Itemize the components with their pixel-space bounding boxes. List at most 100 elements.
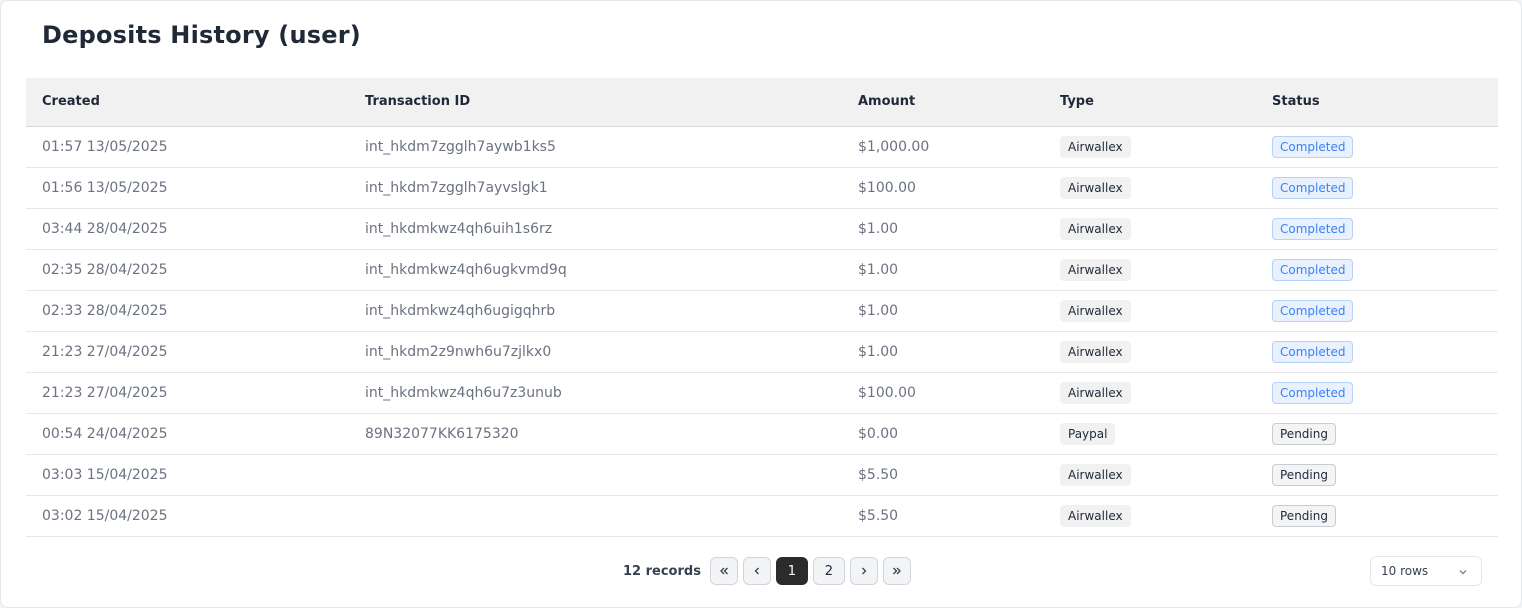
cell-status-badge: Completed: [1272, 340, 1354, 363]
cell-created: 02:35 28/04/2025: [42, 261, 168, 278]
page-button-2[interactable]: 2: [812, 557, 845, 585]
rows-per-page-select[interactable]: 10 rows: [1370, 556, 1482, 586]
table-header: Created Transaction ID Amount Type Statu…: [26, 78, 1498, 126]
cell-status-badge: Completed: [1272, 381, 1354, 404]
cell-amount: $1.00: [858, 302, 899, 319]
cell-transaction-id: int_hkdmkwz4qh6u7z3unub: [365, 384, 562, 401]
cell-status: Completed: [1256, 249, 1498, 290]
cell-status: Completed: [1256, 167, 1498, 208]
cell-type-badge: Airwallex: [1060, 299, 1131, 322]
cell-amount: $1.00: [858, 220, 899, 237]
cell-type-badge: Airwallex: [1060, 381, 1131, 404]
first-page-button[interactable]: [709, 557, 738, 585]
cell-status-badge: Completed: [1272, 217, 1354, 240]
cell-created: 02:33 28/04/2025: [42, 302, 168, 319]
next-page-button[interactable]: [849, 557, 878, 585]
cell-type: Airwallex: [1044, 208, 1256, 249]
table-row[interactable]: 00:54 24/04/2025 89N32077KK6175320 $0.00 Pa…: [26, 413, 1498, 454]
cell-created: 21:23 27/04/2025: [42, 343, 168, 360]
deposits-card: Deposits History (user) Created Transact…: [0, 0, 1522, 608]
cell-type-badge: Airwallex: [1060, 340, 1131, 363]
table-row[interactable]: 03:02 15/04/2025 $5.50 Airwallex Pending: [26, 495, 1498, 536]
cell-transaction-id: 89N32077KK6175320: [365, 425, 519, 442]
double-chevron-left-icon: [720, 567, 728, 575]
records-count: 12 records: [623, 563, 701, 579]
cell-type: Airwallex: [1044, 126, 1256, 167]
column-header-status[interactable]: Status: [1256, 78, 1498, 126]
table-row[interactable]: 01:57 13/05/2025 int_hkdm7zgglh7aywb1ks5 $…: [26, 126, 1498, 167]
cell-status: Completed: [1256, 126, 1498, 167]
cell-status: Completed: [1256, 372, 1498, 413]
cell-status: Pending: [1256, 495, 1498, 536]
cell-created: 01:56 13/05/2025: [42, 179, 168, 196]
table-row[interactable]: 03:44 28/04/2025 int_hkdmkwz4qh6uih1s6rz $…: [26, 208, 1498, 249]
cell-created: 21:23 27/04/2025: [42, 384, 168, 401]
page-button-1[interactable]: 1: [775, 557, 808, 585]
table-row[interactable]: 01:56 13/05/2025 int_hkdm7zgglh7ayvslgk1 $…: [26, 167, 1498, 208]
cell-status-badge: Completed: [1272, 176, 1354, 199]
cell-transaction-id: int_hkdmkwz4qh6ugigqhrb: [365, 302, 556, 319]
cell-type: Airwallex: [1044, 454, 1256, 495]
cell-type-badge: Airwallex: [1060, 258, 1131, 281]
cell-amount: $1.00: [858, 261, 899, 278]
cell-type-badge: Paypal: [1060, 422, 1116, 445]
table-row[interactable]: 21:23 27/04/2025 int_hkdm2z9nwh6u7zjlkx0 $…: [26, 331, 1498, 372]
chevron-right-icon: [861, 567, 867, 575]
cell-transaction-id: int_hkdmkwz4qh6ugkvmd9q: [365, 261, 567, 278]
cell-amount: $5.50: [858, 466, 899, 483]
cell-status: Completed: [1256, 331, 1498, 372]
column-header-amount[interactable]: Amount: [842, 78, 1044, 126]
cell-amount: $100.00: [858, 384, 916, 401]
cell-amount: $1,000.00: [858, 138, 930, 155]
cell-created: 01:57 13/05/2025: [42, 138, 168, 155]
table-body: 01:57 13/05/2025 int_hkdm7zgglh7aywb1ks5 $…: [26, 126, 1498, 536]
cell-type: Airwallex: [1044, 372, 1256, 413]
last-page-button[interactable]: [882, 557, 911, 585]
cell-type-badge: Airwallex: [1060, 176, 1131, 199]
cell-transaction-id: [349, 454, 842, 495]
column-header-created[interactable]: Created: [26, 78, 349, 126]
cell-type-badge: Airwallex: [1060, 463, 1131, 486]
cell-transaction-id: int_hkdm2z9nwh6u7zjlkx0: [365, 343, 552, 360]
cell-status: Pending: [1256, 454, 1498, 495]
cell-type-badge: Airwallex: [1060, 135, 1131, 158]
table-row[interactable]: 02:33 28/04/2025 int_hkdmkwz4qh6ugigqhrb $…: [26, 290, 1498, 331]
cell-type: Airwallex: [1044, 495, 1256, 536]
cell-status: Completed: [1256, 290, 1498, 331]
cell-type: Airwallex: [1044, 290, 1256, 331]
cell-type: Airwallex: [1044, 167, 1256, 208]
cell-created: 00:54 24/04/2025: [42, 425, 168, 442]
cell-status: Pending: [1256, 413, 1498, 454]
cell-transaction-id: int_hkdm7zgglh7aywb1ks5: [365, 138, 556, 155]
chevron-down-icon: [1459, 570, 1467, 575]
page-title: Deposits History (user): [42, 21, 361, 49]
cell-transaction-id: [349, 495, 842, 536]
cell-type: Paypal: [1044, 413, 1256, 454]
cell-status-badge: Completed: [1272, 258, 1354, 281]
cell-amount: $100.00: [858, 179, 916, 196]
cell-type: Airwallex: [1044, 249, 1256, 290]
cell-type-badge: Airwallex: [1060, 217, 1131, 240]
table-row[interactable]: 03:03 15/04/2025 $5.50 Airwallex Pending: [26, 454, 1498, 495]
double-chevron-right-icon: [892, 567, 901, 575]
prev-page-button[interactable]: [742, 557, 771, 585]
cell-status-badge: Pending: [1272, 504, 1336, 527]
cell-type-badge: Airwallex: [1060, 504, 1131, 527]
cell-status-badge: Completed: [1272, 299, 1354, 322]
chevron-left-icon: [754, 567, 759, 575]
cell-created: 03:44 28/04/2025: [42, 220, 168, 237]
cell-created: 03:02 15/04/2025: [42, 507, 168, 524]
cell-status: Completed: [1256, 208, 1498, 249]
pagination: 12 records 1 2: [623, 557, 916, 585]
cell-transaction-id: int_hkdm7zgglh7ayvslgk1: [365, 179, 548, 196]
column-header-transaction-id[interactable]: Transaction ID: [349, 78, 842, 126]
table-row[interactable]: 02:35 28/04/2025 int_hkdmkwz4qh6ugkvmd9q $…: [26, 249, 1498, 290]
cell-transaction-id: int_hkdmkwz4qh6uih1s6rz: [365, 220, 553, 237]
cell-status-badge: Pending: [1272, 463, 1336, 486]
cell-status-badge: Completed: [1272, 135, 1354, 158]
table-row[interactable]: 21:23 27/04/2025 int_hkdmkwz4qh6u7z3unub $…: [26, 372, 1498, 413]
cell-created: 03:03 15/04/2025: [42, 466, 168, 483]
cell-amount: $5.50: [858, 507, 899, 524]
deposits-table: Created Transaction ID Amount Type Statu…: [26, 78, 1498, 537]
column-header-type[interactable]: Type: [1044, 78, 1256, 126]
